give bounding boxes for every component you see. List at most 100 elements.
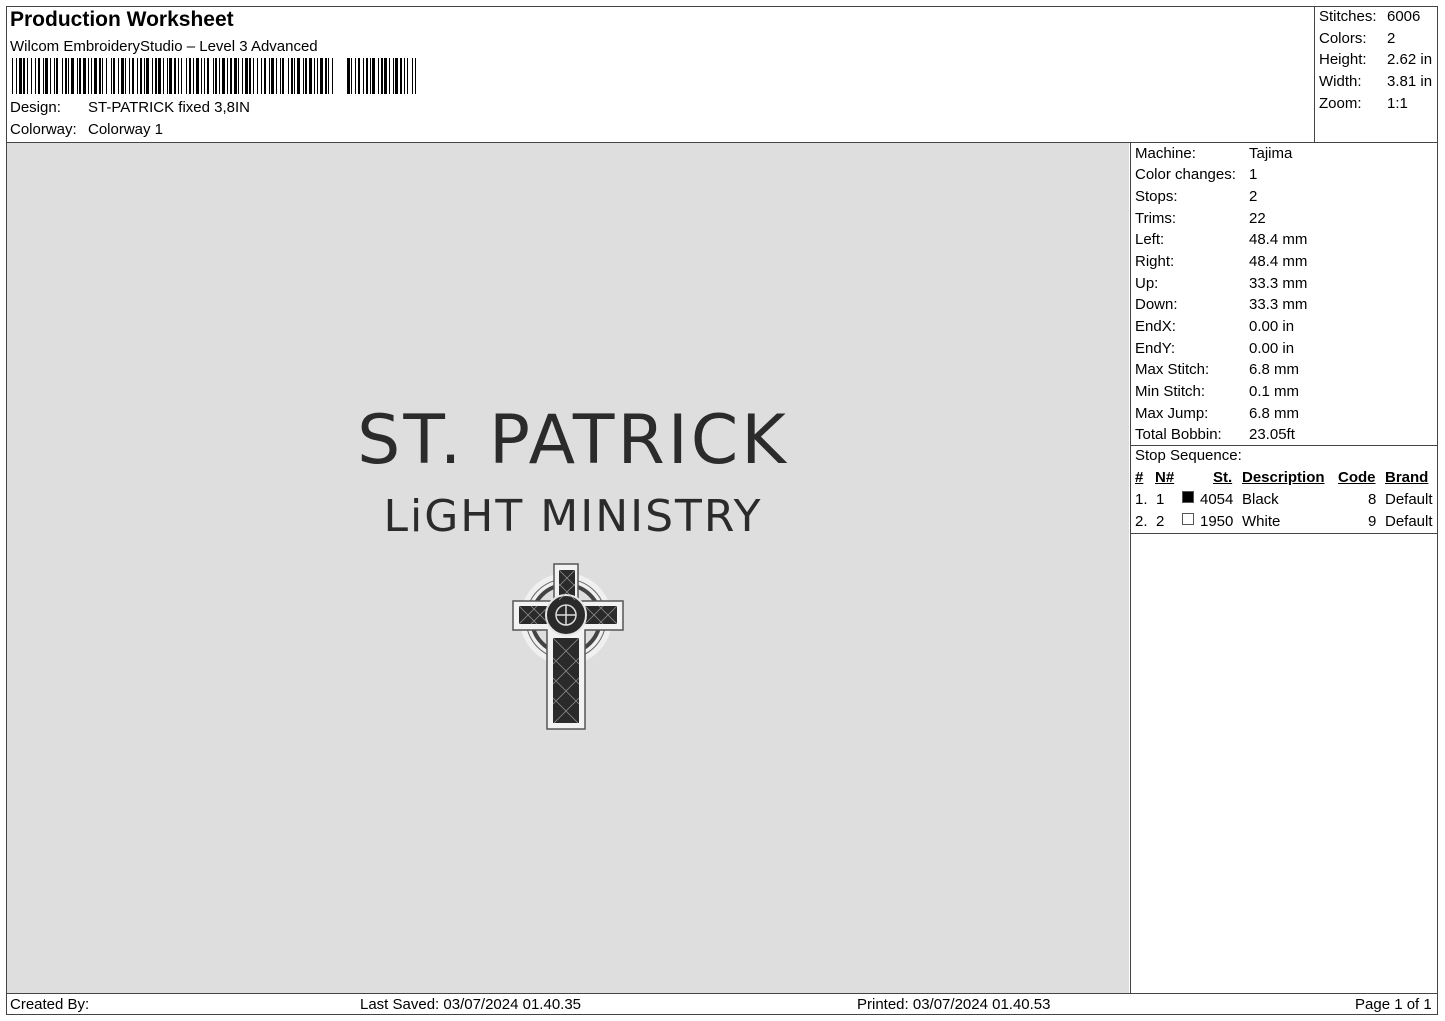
endx-row: EndX: 0.00 in [1135, 318, 1294, 335]
colors-stat: Colors: 2 [1319, 30, 1395, 47]
design-preview: ST. PATRICK LiGHT MINISTRY [7, 143, 1129, 993]
col-header-brand: Brand [1385, 469, 1429, 486]
endx-value: 0.00 in [1249, 318, 1295, 335]
page-number: Page 1 of 1 [1355, 996, 1432, 1013]
left-row: Left: 48.4 mm [1135, 231, 1307, 248]
colors-label: Colors: [1319, 30, 1367, 47]
right-label: Right: [1135, 253, 1175, 270]
design-label: Design: [10, 99, 61, 116]
colorway-row: Colorway: Colorway 1 [10, 121, 163, 138]
printed-date: Printed: 03/07/2024 01.40.53 [857, 996, 1051, 1013]
design-text-line1: ST. PATRICK [357, 401, 789, 480]
page-title: Production Worksheet [10, 8, 234, 31]
left-value: 48.4 mm [1249, 231, 1308, 248]
endx-label: EndX: [1135, 318, 1176, 335]
colorway-value: Colorway 1 [88, 121, 164, 138]
row-code: 9 [1368, 513, 1377, 530]
max-jump-label: Max Jump: [1135, 405, 1209, 422]
endy-row: EndY: 0.00 in [1135, 340, 1294, 357]
stitches-value: 6006 [1387, 8, 1421, 25]
min-stitch-value: 0.1 mm [1249, 383, 1300, 400]
trims-value: 22 [1249, 210, 1266, 227]
software-name: Wilcom EmbroideryStudio – Level 3 Advanc… [10, 38, 318, 55]
color-swatch [1182, 513, 1194, 525]
height-label: Height: [1319, 51, 1367, 68]
trims-label: Trims: [1135, 210, 1177, 227]
divider [1131, 445, 1437, 446]
design-stats: Stitches: 6006 Colors: 2 Height: 2.62 in Wi… [1315, 6, 1438, 143]
divider [1131, 533, 1437, 534]
stops-value: 2 [1249, 188, 1258, 205]
row-n: 1 [1156, 491, 1165, 508]
design-text-line2: LiGHT MINISTRY [383, 491, 762, 542]
footer: Created By: Last Saved: 03/07/2024 01.40… [6, 993, 1438, 1015]
down-row: Down: 33.3 mm [1135, 296, 1307, 313]
row-code: 8 [1368, 491, 1377, 508]
width-stat: Width: 3.81 in [1319, 73, 1432, 90]
endy-label: EndY: [1135, 340, 1176, 357]
right-row: Right: 48.4 mm [1135, 253, 1307, 270]
colors-value: 2 [1387, 30, 1396, 47]
max-jump-value: 6.8 mm [1249, 405, 1300, 422]
header-info: Production Worksheet Wilcom EmbroiderySt… [6, 6, 1315, 143]
color-swatch [1182, 491, 1194, 503]
col-header-n: N# [1155, 469, 1175, 486]
barcode [12, 58, 416, 94]
color-changes-value: 1 [1249, 166, 1258, 183]
total-bobbin-row: Total Bobbin: 23.05ft [1135, 426, 1295, 443]
min-stitch-label: Min Stitch: [1135, 383, 1206, 400]
row-brand: Default [1385, 513, 1433, 530]
stop-sequence-title: Stop Sequence: [1135, 447, 1242, 464]
col-header-num: # [1135, 469, 1144, 486]
down-value: 33.3 mm [1249, 296, 1308, 313]
design-row: Design: ST-PATRICK fixed 3,8IN [10, 99, 250, 116]
max-stitch-label: Max Stitch: [1135, 361, 1210, 378]
stitches-label: Stitches: [1319, 8, 1377, 25]
endy-value: 0.00 in [1249, 340, 1295, 357]
up-row: Up: 33.3 mm [1135, 275, 1307, 292]
zoom-value: 1:1 [1387, 95, 1408, 112]
right-value: 48.4 mm [1249, 253, 1308, 270]
stitches-stat: Stitches: 6006 [1319, 8, 1420, 25]
height-value: 2.62 in [1387, 51, 1433, 68]
total-bobbin-value: 23.05ft [1249, 426, 1295, 443]
row-num: 2. [1135, 513, 1148, 530]
left-label: Left: [1135, 231, 1165, 248]
max-stitch-row: Max Stitch: 6.8 mm [1135, 361, 1299, 378]
width-label: Width: [1319, 73, 1362, 90]
min-stitch-row: Min Stitch: 0.1 mm [1135, 383, 1299, 400]
trims-row: Trims: 22 [1135, 210, 1266, 227]
row-description: White [1242, 513, 1281, 530]
row-n: 2 [1156, 513, 1165, 530]
design-value: ST-PATRICK fixed 3,8IN [88, 99, 250, 116]
machine-label: Machine: [1135, 145, 1196, 162]
machine-row: Machine: Tajima [1135, 145, 1292, 162]
row-num: 1. [1135, 491, 1148, 508]
stops-row: Stops: 2 [1135, 188, 1257, 205]
last-saved: Last Saved: 03/07/2024 01.40.35 [360, 996, 582, 1013]
color-changes-row: Color changes: 1 [1135, 166, 1257, 183]
celtic-cross-icon [512, 563, 624, 730]
col-header-description: Description [1242, 469, 1325, 486]
row-st: 4054 [1200, 491, 1234, 508]
stops-label: Stops: [1135, 188, 1178, 205]
col-header-st: St. [1213, 469, 1233, 486]
up-value: 33.3 mm [1249, 275, 1308, 292]
machine-value: Tajima [1249, 145, 1293, 162]
zoom-stat: Zoom: 1:1 [1319, 95, 1408, 112]
machine-info-panel: Machine: Tajima Color changes: 1 Stops: 2 T… [1130, 143, 1438, 993]
up-label: Up: [1135, 275, 1159, 292]
row-description: Black [1242, 491, 1279, 508]
max-stitch-value: 6.8 mm [1249, 361, 1300, 378]
color-changes-label: Color changes: [1135, 166, 1236, 183]
width-value: 3.81 in [1387, 73, 1433, 90]
height-stat: Height: 2.62 in [1319, 51, 1432, 68]
colorway-label: Colorway: [10, 121, 77, 138]
zoom-label: Zoom: [1319, 95, 1362, 112]
row-brand: Default [1385, 491, 1433, 508]
created-by: Created By: [10, 996, 90, 1013]
down-label: Down: [1135, 296, 1178, 313]
col-header-code: Code [1338, 469, 1376, 486]
max-jump-row: Max Jump: 6.8 mm [1135, 405, 1299, 422]
total-bobbin-label: Total Bobbin: [1135, 426, 1222, 443]
